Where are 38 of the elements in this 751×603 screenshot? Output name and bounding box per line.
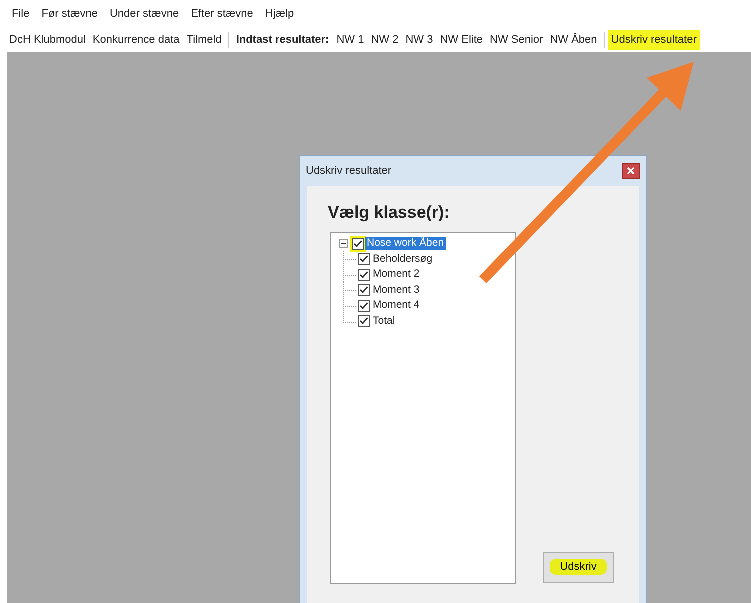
toolbar-button[interactable]: Konkurrence data: [89, 30, 184, 50]
close-icon: [627, 167, 635, 175]
menu-item[interactable]: Under stævne: [104, 6, 186, 22]
tree-line: [343, 266, 357, 283]
collapse-icon[interactable]: [339, 239, 348, 248]
toolbar-label: Indtast resultater:: [235, 32, 330, 48]
tree-line: [343, 251, 357, 268]
tree-item[interactable]: Total: [371, 314, 398, 328]
toolbar-button[interactable]: DcH Klubmodul: [6, 30, 90, 50]
checkbox[interactable]: [358, 315, 370, 328]
toolbar-button[interactable]: NW Åben: [546, 30, 601, 50]
toolbar-button[interactable]: NW 1: [333, 30, 368, 50]
toolbar-button[interactable]: Tilmeld: [183, 30, 226, 50]
checkbox[interactable]: [358, 300, 370, 312]
tree-item[interactable]: Beholdersøg: [371, 252, 435, 266]
toolbar-button[interactable]: Udskriv resultater: [608, 30, 700, 50]
tree-item[interactable]: Moment 3: [371, 284, 422, 297]
checkbox[interactable]: [358, 268, 370, 281]
checkbox[interactable]: [358, 284, 370, 296]
checkbox[interactable]: [352, 238, 364, 250]
dialog-title: Udskriv resultater: [306, 164, 392, 179]
menu-item[interactable]: Hjælp: [259, 6, 300, 22]
print-button[interactable]: Udskriv: [543, 552, 614, 583]
menu-item[interactable]: Efter stævne: [185, 6, 260, 22]
menu-item[interactable]: Før stævne: [36, 6, 104, 22]
tree-line: [343, 282, 357, 298]
toolbar-button[interactable]: NW Elite: [436, 30, 487, 50]
close-button[interactable]: [622, 163, 640, 179]
toolbar-button[interactable]: NW Senior: [486, 30, 547, 50]
tree-item[interactable]: Nose work Åben: [365, 237, 446, 250]
tree-view[interactable]: Nose work Åben Beholdersøg Moment 2 Moment 3 Moment 4 Total: [330, 232, 516, 584]
toolbar-button[interactable]: NW 2: [368, 30, 402, 50]
menu-item[interactable]: File: [6, 6, 36, 22]
tree-item[interactable]: Moment 2: [371, 268, 422, 282]
dialog-heading: Vælg klasse(r):: [328, 202, 450, 224]
toolbar-button[interactable]: NW 3: [402, 30, 437, 50]
tree-item[interactable]: Moment 4: [371, 299, 422, 312]
checkbox[interactable]: [358, 253, 370, 266]
